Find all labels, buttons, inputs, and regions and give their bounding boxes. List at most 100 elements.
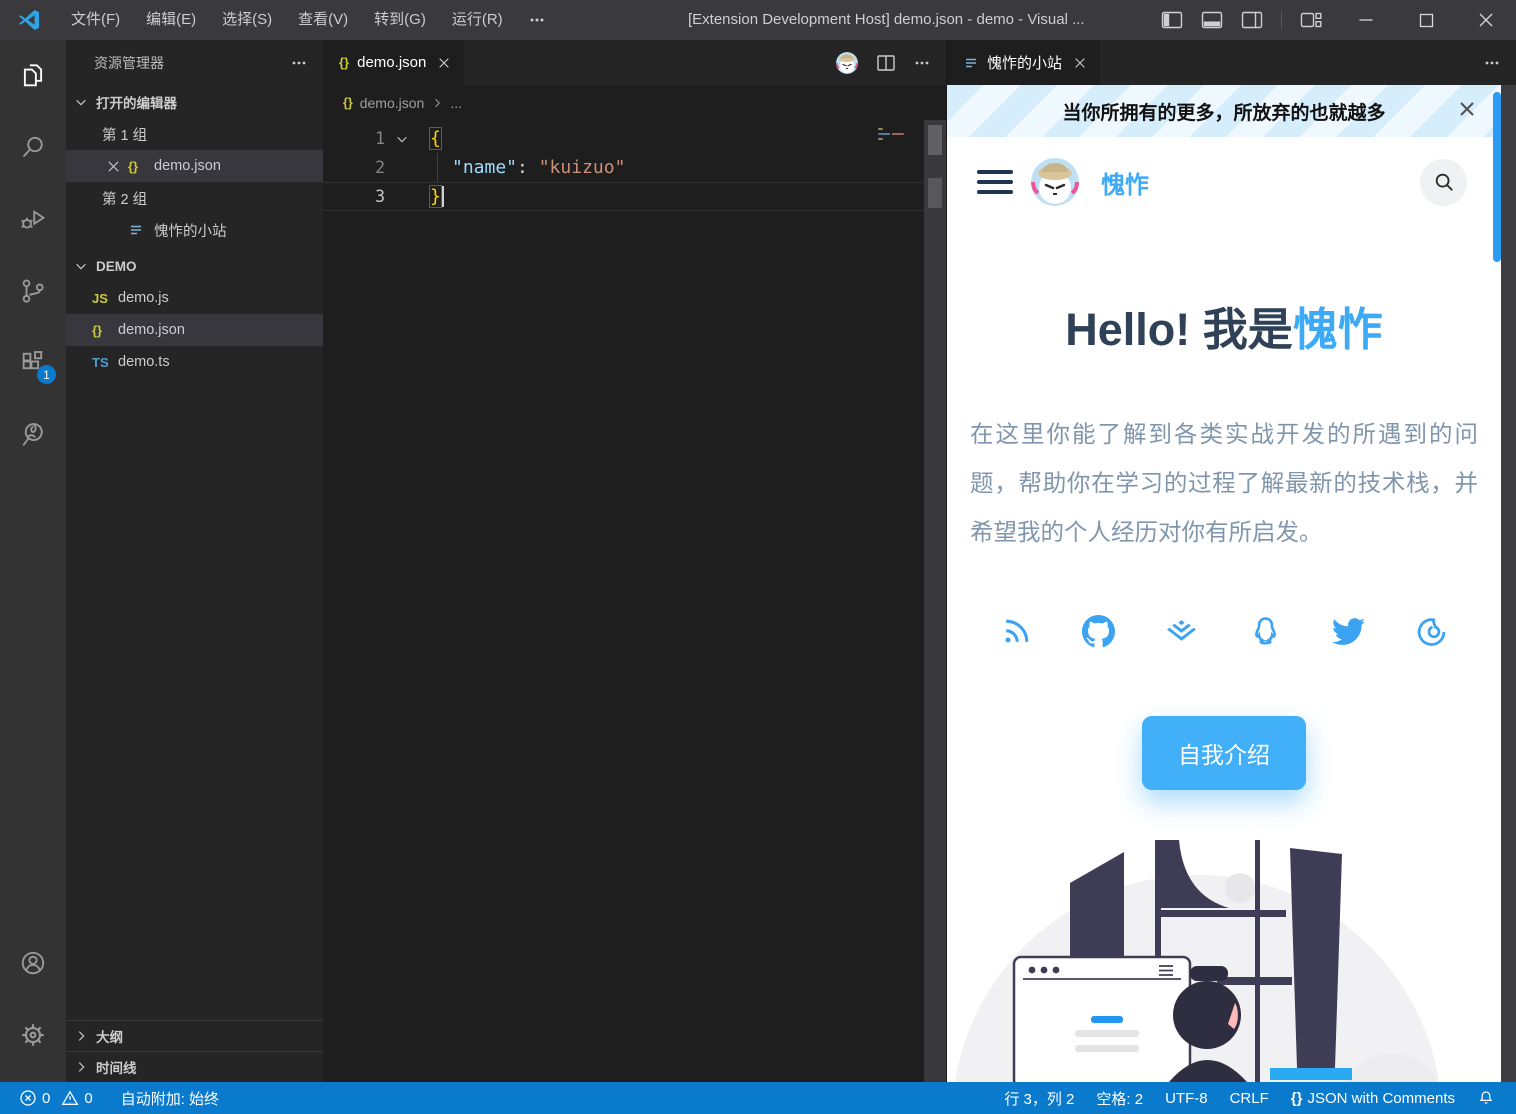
- spiral-magnifier-extension-icon[interactable]: [9, 410, 57, 460]
- webview-tab-bar: 愧怍的小站: [947, 40, 1516, 85]
- activity-bar: 1: [0, 40, 66, 1082]
- site-search-button[interactable]: [1420, 159, 1467, 206]
- window-title: [Extension Development Host] demo.json -…: [688, 0, 1085, 40]
- json-file-icon: {}: [128, 159, 152, 174]
- toggle-sidebar-icon[interactable]: [1161, 10, 1183, 30]
- webview-scrollbar-track[interactable]: [1501, 85, 1516, 1082]
- editor-group-1: {} demo.json: [323, 40, 946, 1082]
- menu-run[interactable]: 运行(R): [439, 0, 516, 40]
- webview-panel: 当你所拥有的更多，所放弃的也就越多 愧怍: [947, 85, 1516, 1082]
- tab-demo-json[interactable]: {} demo.json: [323, 40, 464, 85]
- announcement-bar: 当你所拥有的更多，所放弃的也就越多: [947, 85, 1501, 137]
- language-mode[interactable]: {} JSON with Comments: [1280, 1082, 1466, 1114]
- toggle-secondary-sidebar-icon[interactable]: [1241, 10, 1263, 30]
- breadcrumb-symbol[interactable]: ...: [450, 95, 462, 111]
- vscode-window: 文件(F) 编辑(E) 选择(S) 查看(V) 转到(G) 运行(R) [Ext…: [0, 0, 1516, 1114]
- indentation-setting[interactable]: 空格: 2: [1085, 1082, 1154, 1114]
- webview-more-actions-icon[interactable]: [1484, 55, 1500, 71]
- menubar: 文件(F) 编辑(E) 选择(S) 查看(V) 转到(G) 运行(R): [58, 0, 558, 40]
- cursor-position[interactable]: 行 3，列 2: [993, 1082, 1085, 1114]
- tab-kuizuo-site[interactable]: 愧怍的小站: [947, 40, 1100, 85]
- chevron-down-icon: [74, 259, 90, 273]
- open-editors-section-header[interactable]: 打开的编辑器: [66, 86, 323, 118]
- menu-go[interactable]: 转到(G): [361, 0, 439, 40]
- netease-music-icon[interactable]: [1415, 615, 1448, 648]
- customize-layout-icon[interactable]: [1300, 10, 1322, 30]
- json-file-icon: {}: [339, 55, 349, 70]
- warning-icon: [61, 1089, 79, 1107]
- editor-scrollbar[interactable]: [924, 120, 946, 1082]
- close-editor-icon[interactable]: [106, 159, 128, 174]
- settings-gear-icon[interactable]: [9, 1010, 57, 1060]
- timeline-section-header[interactable]: 时间线: [66, 1051, 323, 1082]
- file-row-demo-js[interactable]: JS demo.js: [66, 282, 323, 314]
- eol-setting[interactable]: CRLF: [1219, 1082, 1280, 1114]
- menu-file[interactable]: 文件(F): [58, 0, 133, 40]
- layout-controls: [1161, 10, 1322, 30]
- twitter-icon[interactable]: [1331, 615, 1366, 648]
- editor-group-2-label: 第 2 组: [66, 182, 323, 214]
- json-file-icon: {}: [92, 323, 116, 338]
- editor-more-actions-icon[interactable]: [914, 55, 930, 71]
- titlebar: 文件(F) 编辑(E) 选择(S) 查看(V) 转到(G) 运行(R) [Ext…: [0, 0, 1516, 40]
- auto-attach-indicator[interactable]: 自动附加: 始终: [112, 1082, 228, 1114]
- notifications-bell-icon[interactable]: [1466, 1082, 1506, 1114]
- hero-accent: 愧怍: [1293, 304, 1383, 355]
- close-window-button[interactable]: [1456, 0, 1516, 40]
- menu-view[interactable]: 查看(V): [285, 0, 361, 40]
- rss-icon[interactable]: [1000, 615, 1033, 648]
- toggle-panel-icon[interactable]: [1201, 10, 1223, 30]
- close-tab-icon[interactable]: [1070, 53, 1090, 73]
- explorer-icon[interactable]: [9, 50, 57, 100]
- ts-file-icon: TS: [92, 355, 116, 370]
- file-row-demo-json[interactable]: {} demo.json: [66, 314, 323, 346]
- close-tab-icon[interactable]: [434, 53, 454, 73]
- site-avatar[interactable]: [1031, 158, 1079, 206]
- menu-selection[interactable]: 选择(S): [209, 0, 285, 40]
- problems-indicator[interactable]: 0 0: [10, 1082, 102, 1114]
- extension-avatar-icon[interactable]: [836, 52, 858, 74]
- menu-edit[interactable]: 编辑(E): [133, 0, 209, 40]
- overview-ruler-cursor-mark: [928, 178, 942, 208]
- run-debug-icon[interactable]: [9, 194, 57, 244]
- open-editor-demo-json[interactable]: {} demo.json: [66, 150, 323, 182]
- file-row-demo-ts[interactable]: TS demo.ts: [66, 346, 323, 378]
- open-editor-webview[interactable]: 愧怍的小站: [66, 214, 323, 246]
- window-controls: [1336, 0, 1516, 40]
- social-links: [1000, 615, 1448, 648]
- webpage-scrollbar-thumb[interactable]: [1493, 92, 1501, 262]
- self-intro-button[interactable]: 自我介绍: [1142, 716, 1306, 790]
- fold-chevron-icon[interactable]: [395, 132, 415, 146]
- extensions-icon[interactable]: 1: [9, 338, 57, 388]
- error-icon: [19, 1089, 37, 1107]
- source-control-icon[interactable]: [9, 266, 57, 316]
- account-icon[interactable]: [9, 938, 57, 988]
- minimap[interactable]: [878, 128, 918, 143]
- hero-illustration: [947, 838, 1501, 1082]
- menu-overflow-icon[interactable]: [516, 12, 558, 28]
- code-editor[interactable]: 1 { 2 "name": "kuizuo" 3 }: [323, 120, 946, 1082]
- qq-icon[interactable]: [1249, 615, 1282, 648]
- chevron-right-icon: [74, 1060, 90, 1074]
- json-file-icon: {}: [343, 96, 353, 110]
- sidebar-title: 资源管理器: [94, 53, 164, 73]
- github-icon[interactable]: [1082, 615, 1115, 648]
- encoding-setting[interactable]: UTF-8: [1154, 1082, 1219, 1114]
- sidebar-more-actions-icon[interactable]: [291, 55, 307, 71]
- split-editor-icon[interactable]: [876, 53, 896, 73]
- scrollbar-thumb[interactable]: [928, 125, 942, 155]
- minimize-button[interactable]: [1336, 0, 1396, 40]
- search-icon[interactable]: [9, 122, 57, 172]
- folder-section-header[interactable]: DEMO: [66, 250, 323, 282]
- site-title[interactable]: 愧怍: [1101, 165, 1149, 200]
- outline-section-header[interactable]: 大纲: [66, 1020, 323, 1051]
- chevron-right-icon: [74, 1029, 90, 1043]
- editor-group-2: 愧怍的小站 当你所拥有的更多，所放弃的也就越多: [946, 40, 1516, 1082]
- hamburger-menu-icon[interactable]: [977, 170, 1013, 194]
- announcement-close-icon[interactable]: [1457, 99, 1477, 119]
- vscode-logo-icon: [0, 8, 58, 32]
- explorer-sidebar: 资源管理器 打开的编辑器 第 1 组 {} demo.json 第 2 组: [66, 40, 323, 1082]
- breadcrumb-file[interactable]: demo.json: [360, 95, 425, 111]
- maximize-button[interactable]: [1396, 0, 1456, 40]
- juejin-icon[interactable]: [1164, 615, 1199, 648]
